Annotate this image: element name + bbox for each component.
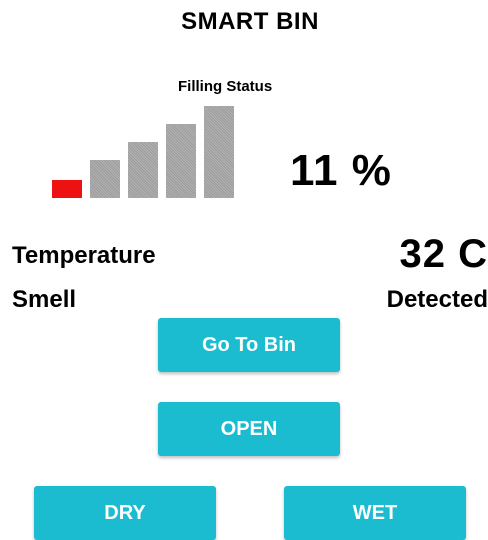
fill-level-indicator bbox=[52, 102, 236, 198]
smell-label: Smell bbox=[12, 286, 76, 314]
fill-level-bar-2 bbox=[90, 160, 120, 198]
smell-value: Detected bbox=[387, 286, 488, 314]
filling-status-label: Filling Status bbox=[178, 78, 272, 95]
open-button[interactable]: OPEN bbox=[158, 402, 340, 456]
fill-level-bar-5 bbox=[204, 106, 234, 198]
fill-level-bar-1 bbox=[52, 180, 82, 198]
wet-button[interactable]: WET bbox=[284, 486, 466, 540]
app-title: SMART BIN bbox=[0, 8, 488, 36]
temperature-value: 32 C bbox=[400, 232, 488, 277]
dry-button[interactable]: DRY bbox=[34, 486, 216, 540]
temperature-label: Temperature bbox=[12, 242, 156, 270]
fill-level-bar-4 bbox=[166, 124, 196, 198]
fill-level-bar-3 bbox=[128, 142, 158, 198]
fill-percent-value: 11 % bbox=[290, 146, 392, 196]
go-to-bin-button[interactable]: Go To Bin bbox=[158, 318, 340, 372]
